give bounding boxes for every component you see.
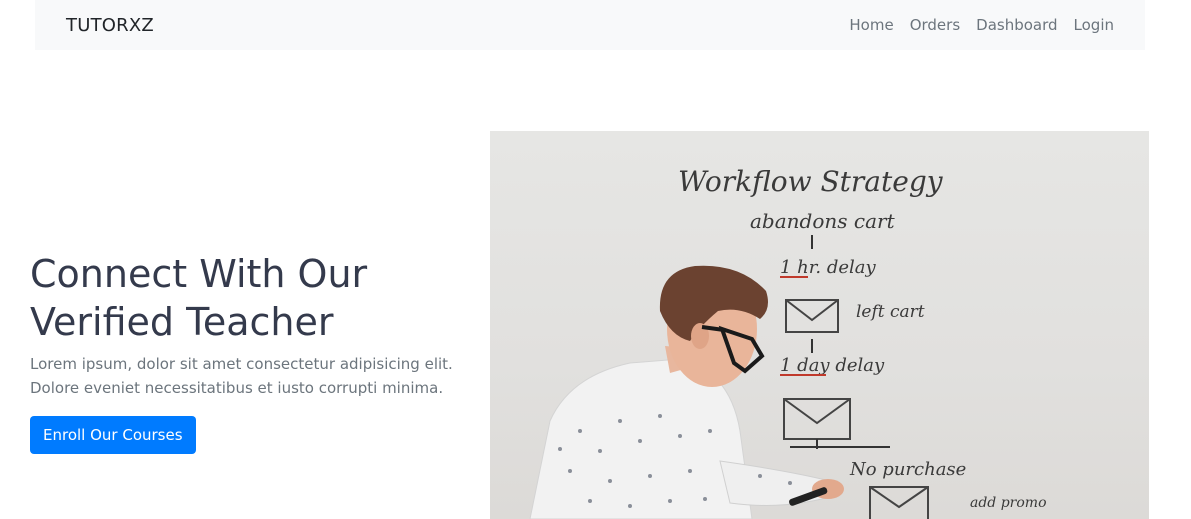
note-add-promo: add promo <box>970 495 1047 511</box>
whiteboard-illustration: Workflow Strategy abandons cart 1 hr. de… <box>529 165 1047 519</box>
hero-image: Workflow Strategy abandons cart 1 hr. de… <box>490 131 1149 519</box>
hero-description-line-1: Lorem ipsum, dolor sit amet consectetur … <box>30 355 453 373</box>
hero-title: Connect With Our Verified Teacher <box>30 250 450 346</box>
hero-title-line-2: Verified Teacher <box>30 300 334 344</box>
note-left-cart: left cart <box>856 302 925 322</box>
nav-link-orders[interactable]: Orders <box>910 16 960 34</box>
enroll-courses-button[interactable]: Enroll Our Courses <box>30 416 196 454</box>
note-abandons-cart: abandons cart <box>750 209 896 233</box>
nav-link-dashboard[interactable]: Dashboard <box>976 16 1057 34</box>
note-hr-delay: 1 hr. delay <box>780 257 877 278</box>
note-no-purchase: No purchase <box>849 459 966 480</box>
note-day-delay: 1 day delay <box>780 355 885 376</box>
hero-description-line-2: Dolore eveniet necessitatibus et iusto c… <box>30 379 444 397</box>
teacher-figure <box>529 265 844 519</box>
brand-logo[interactable]: TUTORXZ <box>66 15 154 36</box>
navbar: TUTORXZ Home Orders Dashboard Login <box>35 0 1145 50</box>
hero-title-line-1: Connect With Our <box>30 252 368 296</box>
nav-links: Home Orders Dashboard Login <box>849 16 1114 34</box>
whiteboard-title: Workflow Strategy <box>678 165 944 198</box>
nav-link-login[interactable]: Login <box>1074 16 1114 34</box>
nav-link-home[interactable]: Home <box>849 16 893 34</box>
hero-description: Lorem ipsum, dolor sit amet consectetur … <box>30 352 460 400</box>
